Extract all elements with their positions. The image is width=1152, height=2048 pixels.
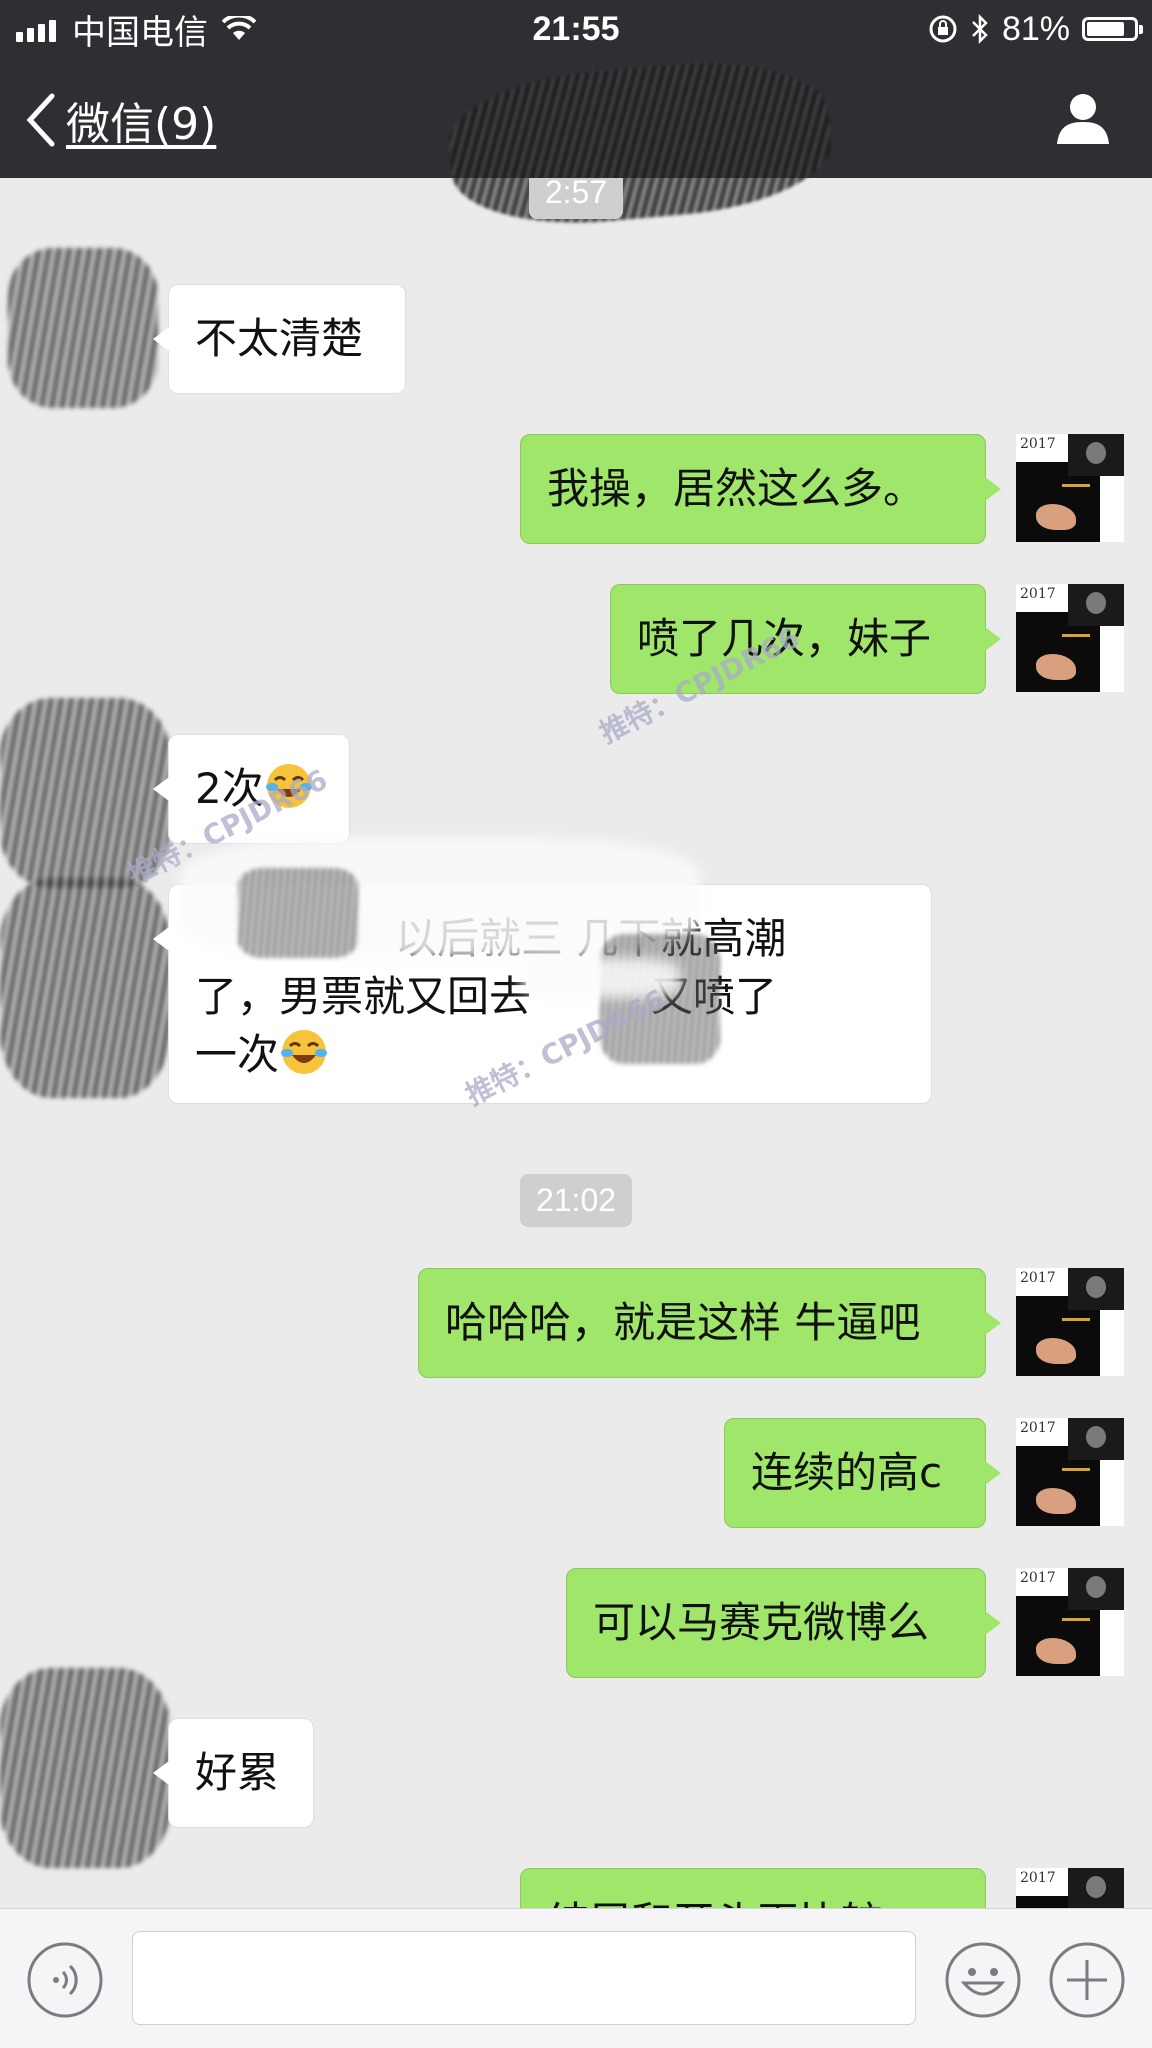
timestamp: 21:02	[0, 1174, 1152, 1227]
contact-avatar[interactable]	[0, 878, 170, 1098]
rotation-lock-icon	[929, 15, 957, 43]
battery-fill	[1087, 22, 1124, 36]
timestamp: 2:57	[0, 178, 1152, 219]
contact-avatar[interactable]	[8, 248, 158, 408]
my-avatar[interactable]: 2017	[1016, 584, 1124, 692]
redaction-scribble	[238, 868, 358, 958]
back-label: 微信(9)	[66, 99, 217, 150]
plus-icon[interactable]	[1048, 1941, 1126, 2019]
nav-bar: 微信(9)	[0, 51, 1152, 235]
message-bubble-incoming[interactable]: 好累	[153, 1718, 314, 1828]
chevron-left-icon	[26, 93, 55, 147]
input-bar	[0, 1908, 1152, 2048]
my-avatar[interactable]: 2017	[1016, 1268, 1124, 1376]
message-bubble-outgoing[interactable]: 我操，居然这么多。	[520, 434, 1001, 544]
message-bubble-outgoing[interactable]: 结尾和开头再比较	[520, 1868, 986, 1908]
bluetooth-icon	[972, 14, 988, 44]
message-bubble-outgoing[interactable]: 哈哈哈，就是这样 牛逼吧	[418, 1268, 1001, 1378]
message-bubble-incoming[interactable]: 不太清楚	[153, 284, 406, 394]
person-icon[interactable]	[1054, 90, 1112, 150]
my-avatar[interactable]: 2017	[1016, 1418, 1124, 1526]
my-avatar[interactable]: 2017	[1016, 1868, 1124, 1908]
chat-area[interactable]: 2:57 不太清楚 我操，居然这么多。 2017 喷了几次，妹子 2017 推特…	[0, 178, 1152, 1908]
emoji-icon[interactable]	[944, 1941, 1022, 2019]
my-avatar[interactable]: 2017	[1016, 434, 1124, 542]
battery-percent: 81%	[1001, 9, 1070, 48]
contact-avatar[interactable]	[0, 1668, 170, 1868]
crying-laughing-emoji	[281, 1030, 328, 1074]
voice-icon[interactable]	[26, 1941, 104, 2019]
message-bubble-outgoing[interactable]: 连续的高c	[724, 1418, 1001, 1528]
message-input[interactable]	[132, 1931, 916, 2025]
status-bar: 中国电信 21:55 81%	[0, 0, 1152, 58]
message-bubble-outgoing[interactable]: 可以马赛克微博么	[566, 1568, 1001, 1678]
back-button[interactable]: 微信(9)	[24, 88, 216, 152]
battery-icon	[1082, 17, 1143, 41]
my-avatar[interactable]: 2017	[1016, 1568, 1124, 1676]
